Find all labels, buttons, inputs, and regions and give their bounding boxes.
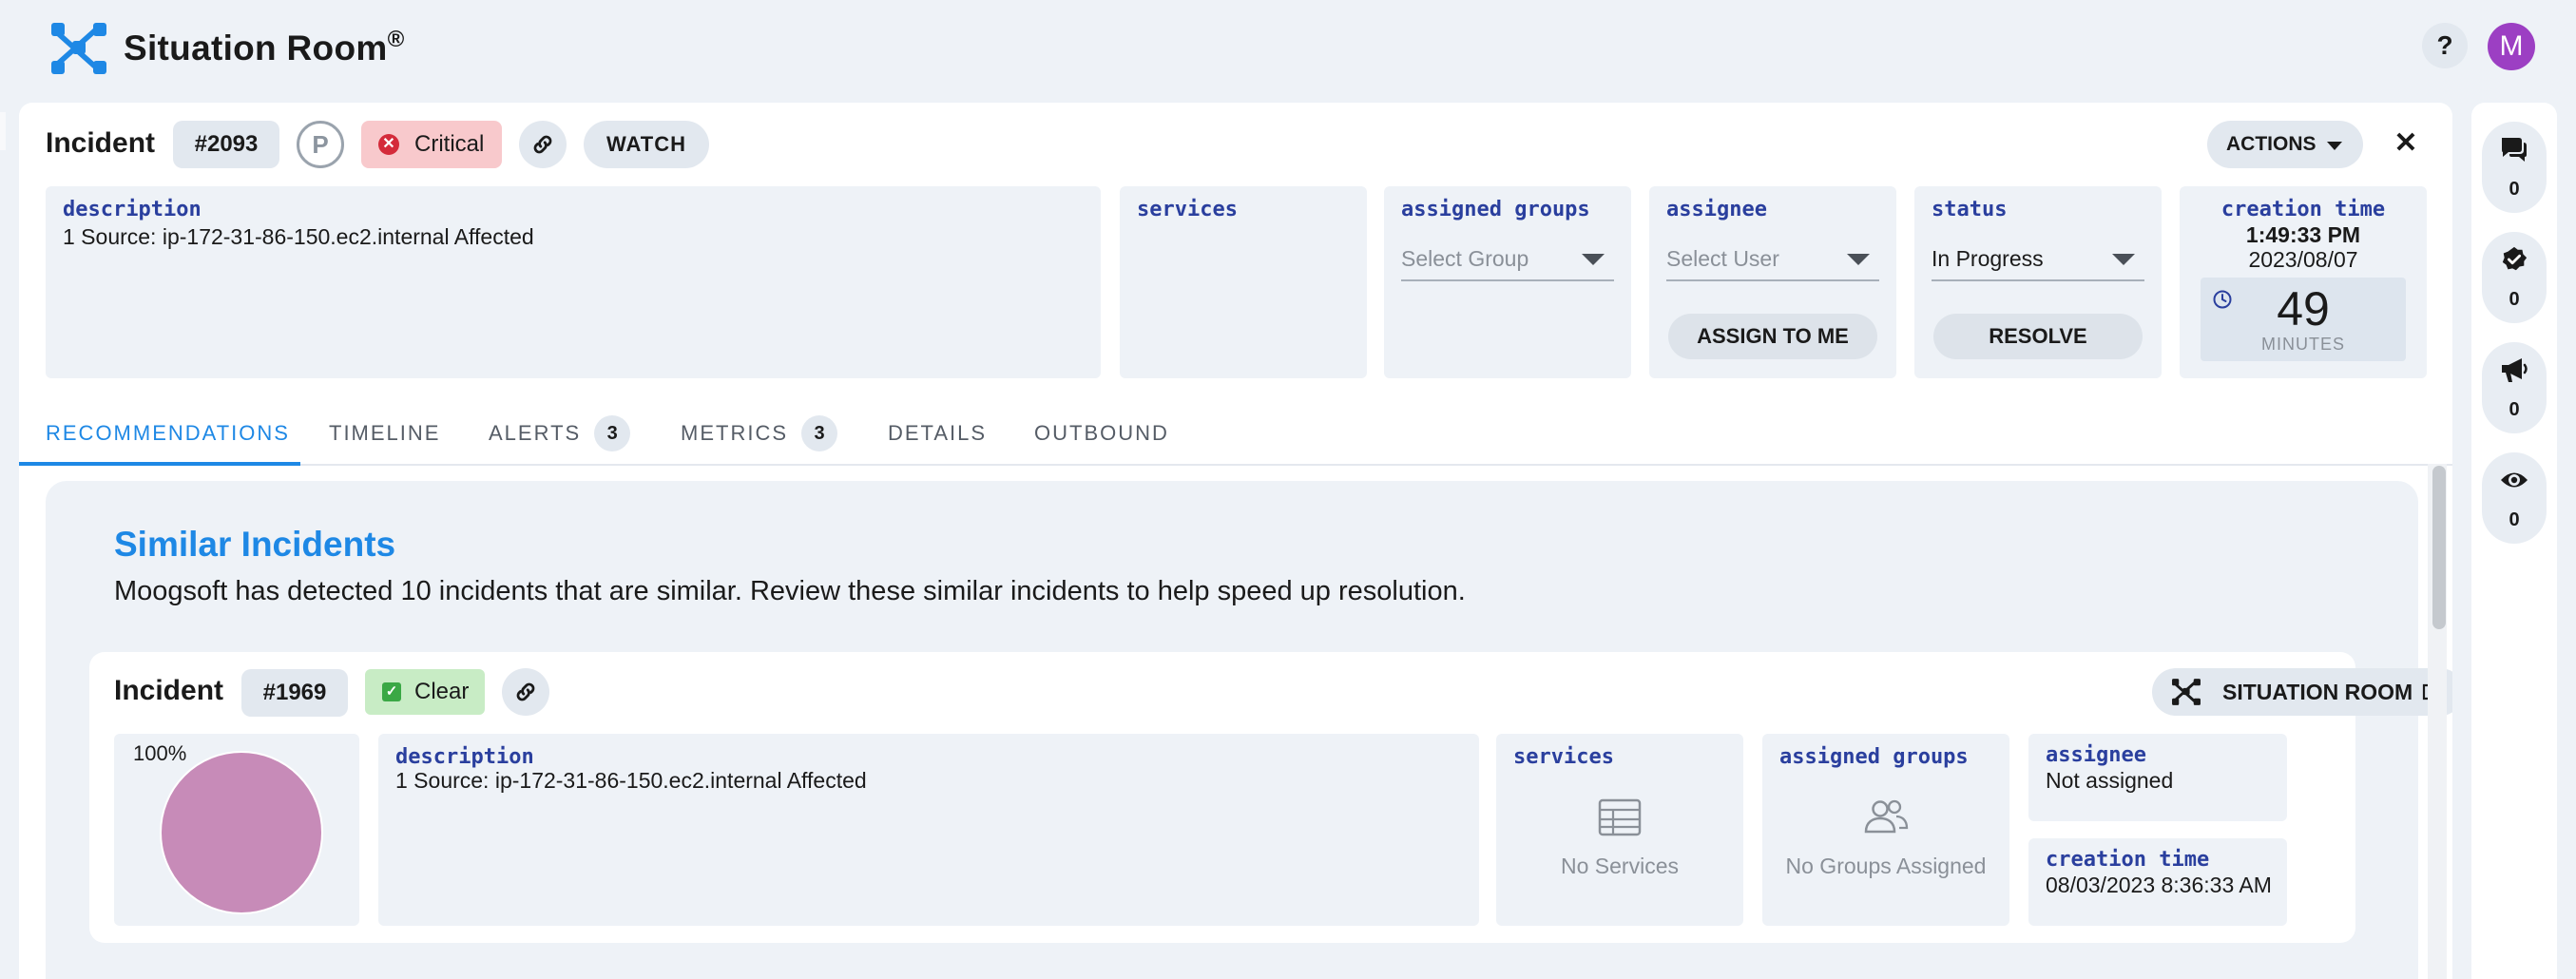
similarity-card: 100% bbox=[114, 734, 359, 926]
priority-indicator[interactable]: P bbox=[297, 121, 344, 168]
chevron-down-icon bbox=[1847, 254, 1870, 265]
app-bar: Situation Room® ? M bbox=[0, 0, 2576, 95]
no-services-text: No Services bbox=[1561, 854, 1679, 878]
similar-assignee-value: Not assigned bbox=[2046, 768, 2174, 793]
description-label: description bbox=[63, 198, 202, 221]
similar-creation-label: creation time bbox=[2046, 848, 2210, 872]
app-logo-icon bbox=[2172, 679, 2201, 705]
open-situation-room-button[interactable]: SITUATION ROOM bbox=[2152, 668, 2452, 716]
close-button[interactable]: ✕ bbox=[2386, 124, 2426, 163]
app-logo-icon bbox=[51, 23, 106, 74]
recommendations-section: Similar Incidents Moogsoft has detected … bbox=[46, 481, 2452, 979]
incident-label: Incident bbox=[46, 127, 156, 159]
services-label: services bbox=[1137, 198, 1238, 221]
alerts-count-badge: 3 bbox=[594, 415, 631, 451]
similar-description-value: 1 Source: ip-172-31-86-150.ec2.internal … bbox=[395, 768, 867, 793]
similar-creation-card: creation time 08/03/2023 8:36:33 AM bbox=[2028, 838, 2287, 926]
tab-timeline[interactable]: TIMELINE bbox=[329, 407, 440, 466]
help-button[interactable]: ? bbox=[2422, 23, 2468, 68]
watch-button[interactable]: WATCH bbox=[584, 121, 709, 168]
chevron-down-icon bbox=[2112, 254, 2135, 265]
assignee-label: assignee bbox=[1666, 198, 1767, 221]
tab-alerts[interactable]: ALERTS 3 bbox=[489, 407, 631, 466]
check-icon: ✓ bbox=[382, 682, 401, 701]
similar-incident-id-chip: #1969 bbox=[241, 669, 348, 717]
similar-groups-card: assigned groups No Groups Assigned bbox=[1762, 734, 2009, 926]
creation-date-value: 2023/08/07 bbox=[2248, 247, 2358, 272]
similar-description-label: description bbox=[395, 745, 534, 769]
watchers-button[interactable]: 0 bbox=[2482, 452, 2547, 544]
similar-incidents-description: Moogsoft has detected 10 incidents that … bbox=[114, 576, 1466, 606]
elapsed-timer: 49 MINUTES bbox=[2201, 278, 2406, 361]
incident-panel: Incident #2093 P ✕ Critical WATCH ACTION… bbox=[19, 103, 2452, 979]
creation-time-label: creation time bbox=[2220, 198, 2386, 221]
tab-metrics[interactable]: METRICS 3 bbox=[681, 407, 837, 466]
watchers-count: 0 bbox=[2509, 509, 2520, 530]
right-sidebar: 0 0 0 0 bbox=[2471, 103, 2557, 979]
similar-copy-link-button[interactable] bbox=[502, 668, 549, 716]
similar-assignee-label: assignee bbox=[2046, 743, 2146, 767]
user-select[interactable]: Select User bbox=[1666, 236, 1879, 281]
creation-time-card: creation time 1:49:33 PM 2023/08/07 49 M… bbox=[2180, 186, 2427, 378]
tab-details[interactable]: DETAILS bbox=[888, 407, 987, 466]
status-card: status In Progress RESOLVE bbox=[1914, 186, 2162, 378]
table-icon bbox=[1598, 798, 1642, 836]
tab-recommendations[interactable]: RECOMMENDATIONS bbox=[19, 407, 300, 466]
similar-description-card: description 1 Source: ip-172-31-86-150.e… bbox=[378, 734, 1479, 926]
similar-services-card: services No Services bbox=[1496, 734, 1743, 926]
announcements-button[interactable]: 0 bbox=[2482, 342, 2547, 433]
tab-outbound[interactable]: OUTBOUND bbox=[1034, 407, 1169, 466]
clear-status-badge: ✓ Clear bbox=[365, 669, 485, 715]
chat-icon bbox=[2502, 138, 2527, 162]
resolve-button[interactable]: RESOLVE bbox=[1933, 314, 2143, 359]
similar-services-label: services bbox=[1513, 745, 1614, 769]
no-groups-text: No Groups Assigned bbox=[1785, 854, 1987, 878]
metrics-count-badge: 3 bbox=[801, 415, 837, 451]
creation-time-value: 1:49:33 PM bbox=[2245, 222, 2361, 247]
people-icon bbox=[1864, 799, 1909, 834]
similar-incidents-title: Similar Incidents bbox=[114, 525, 396, 564]
announcements-count: 0 bbox=[2509, 399, 2520, 420]
resolutions-count: 0 bbox=[2509, 289, 2520, 310]
actions-button[interactable]: ACTIONS bbox=[2207, 121, 2363, 168]
incident-id-chip: #2093 bbox=[173, 121, 279, 168]
critical-x-icon: ✕ bbox=[378, 134, 399, 155]
similarity-pie-chart bbox=[160, 751, 323, 914]
status-label: status bbox=[1932, 198, 2008, 221]
severity-badge[interactable]: ✕ Critical bbox=[361, 121, 502, 168]
chevron-down-icon bbox=[1582, 254, 1605, 265]
eye-icon bbox=[2501, 472, 2528, 488]
group-select[interactable]: Select Group bbox=[1401, 236, 1614, 281]
chevron-down-icon bbox=[2327, 142, 2342, 150]
services-card[interactable]: services bbox=[1120, 186, 1367, 378]
similar-assignee-card: assignee Not assigned bbox=[2028, 734, 2287, 821]
copy-link-button[interactable] bbox=[519, 121, 567, 168]
similarity-pie-slice bbox=[160, 751, 323, 914]
description-card[interactable]: description 1 Source: ip-172-31-86-150.e… bbox=[46, 186, 1101, 378]
similar-incident-label: Incident bbox=[114, 675, 224, 706]
assignee-card: assignee Select User ASSIGN TO ME bbox=[1649, 186, 1896, 378]
comments-button[interactable]: 0 bbox=[2482, 122, 2547, 213]
left-edge-handle[interactable] bbox=[0, 112, 6, 150]
assigned-groups-card: assigned groups Select Group bbox=[1384, 186, 1631, 378]
link-icon bbox=[533, 135, 552, 154]
incident-tabs: RECOMMENDATIONS TIMELINE ALERTS 3 METRICS… bbox=[19, 407, 2452, 466]
resolutions-button[interactable]: 0 bbox=[2482, 232, 2547, 323]
elapsed-unit: MINUTES bbox=[2261, 335, 2345, 354]
similar-creation-value: 08/03/2023 8:36:33 AM bbox=[2046, 873, 2272, 897]
status-select[interactable]: In Progress bbox=[1932, 236, 2144, 281]
comments-count: 0 bbox=[2509, 179, 2520, 200]
similar-incident-card: Incident #1969 ✓ Clear SITUATION ROOM 10… bbox=[89, 652, 2452, 943]
megaphone-icon bbox=[2502, 358, 2528, 382]
check-badge-icon bbox=[2502, 246, 2528, 271]
assign-to-me-button[interactable]: ASSIGN TO ME bbox=[1668, 314, 1877, 359]
link-icon bbox=[516, 682, 535, 701]
elapsed-value: 49 bbox=[2277, 282, 2330, 336]
user-avatar[interactable]: M bbox=[2488, 23, 2535, 70]
similar-groups-label: assigned groups bbox=[1779, 745, 1969, 769]
app-title: Situation Room® bbox=[124, 27, 405, 67]
assigned-groups-label: assigned groups bbox=[1401, 198, 1590, 221]
description-value: 1 Source: ip-172-31-86-150.ec2.internal … bbox=[63, 224, 534, 249]
scrollbar-thumb[interactable] bbox=[2432, 466, 2446, 629]
